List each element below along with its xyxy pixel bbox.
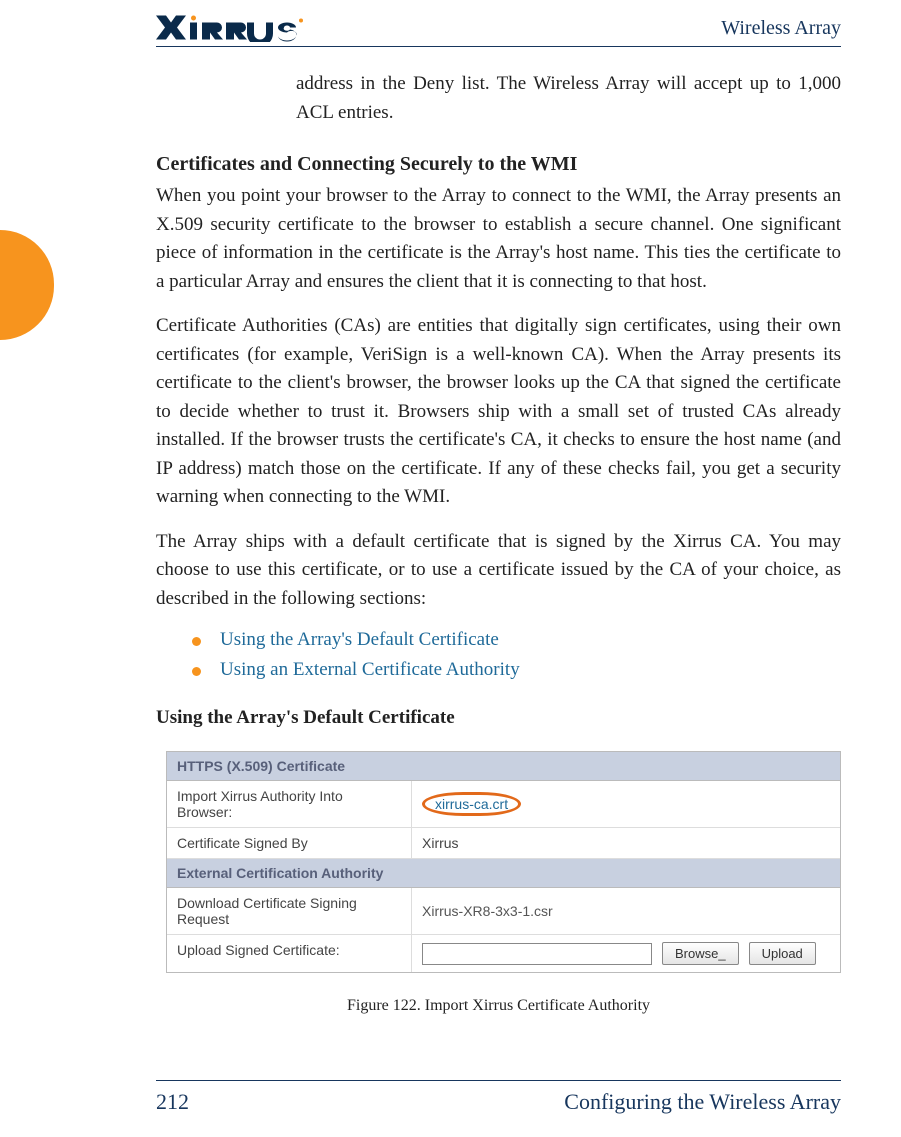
fig-row-csr: Download Certificate Signing Request Xir… bbox=[167, 888, 840, 935]
xirrus-logo bbox=[156, 14, 306, 42]
link-csr-file[interactable]: Xirrus-XR8-3x3-1.csr bbox=[422, 903, 553, 919]
upload-file-input[interactable] bbox=[422, 943, 652, 965]
fig-row-signedby: Certificate Signed By Xirrus bbox=[167, 828, 840, 859]
section-title-default-cert: Using the Array's Default Certificate bbox=[156, 707, 841, 729]
browse-button[interactable]: Browse_ bbox=[662, 942, 739, 965]
fig-value-csr: Xirrus-XR8-3x3-1.csr bbox=[412, 888, 840, 934]
bullet-list: Using the Array's Default Certificate Us… bbox=[192, 629, 841, 681]
upload-button[interactable]: Upload bbox=[749, 942, 816, 965]
sec1-p2: Certificate Authorities (CAs) are entiti… bbox=[156, 312, 841, 512]
fig-section-external: External Certification Authority bbox=[167, 859, 840, 888]
page-header: Wireless Array bbox=[156, 14, 841, 42]
bullet-default-cert[interactable]: Using the Array's Default Certificate bbox=[192, 629, 841, 651]
page-footer: 212 Configuring the Wireless Array bbox=[156, 1089, 841, 1115]
fig-label-csr: Download Certificate Signing Request bbox=[167, 888, 412, 934]
header-rule bbox=[156, 46, 841, 47]
fig-label-import: Import Xirrus Authority Into Browser: bbox=[167, 781, 412, 827]
sec1-p3: The Array ships with a default certifica… bbox=[156, 528, 841, 614]
page-content: address in the Deny list. The Wireless A… bbox=[156, 70, 841, 1015]
side-tab bbox=[0, 230, 54, 340]
page-number: 212 bbox=[156, 1089, 189, 1115]
section-title-certificates: Certificates and Connecting Securely to … bbox=[156, 153, 841, 176]
link-external-ca[interactable]: Using an External Certificate Authority bbox=[220, 659, 520, 680]
figure-caption: Figure 122. Import Xirrus Certificate Au… bbox=[156, 997, 841, 1015]
fig-section-https: HTTPS (X.509) Certificate bbox=[167, 752, 840, 781]
fig-row-upload: Upload Signed Certificate: Browse_ Uploa… bbox=[167, 935, 840, 972]
link-default-cert[interactable]: Using the Array's Default Certificate bbox=[220, 629, 499, 650]
bullet-external-ca[interactable]: Using an External Certificate Authority bbox=[192, 659, 841, 681]
fig-value-upload: Browse_ Upload bbox=[412, 935, 840, 972]
figure-122: HTTPS (X.509) Certificate Import Xirrus … bbox=[166, 751, 841, 973]
lead-paragraph: address in the Deny list. The Wireless A… bbox=[156, 70, 841, 127]
fig-label-signedby: Certificate Signed By bbox=[167, 828, 412, 858]
xirrus-logo-svg bbox=[156, 14, 306, 42]
fig-row-import: Import Xirrus Authority Into Browser: xi… bbox=[167, 781, 840, 828]
header-product-title: Wireless Array bbox=[721, 17, 841, 40]
fig-value-signedby: Xirrus bbox=[412, 828, 840, 858]
link-xirrus-ca-crt[interactable]: xirrus-ca.crt bbox=[422, 792, 521, 816]
fig-value-import: xirrus-ca.crt bbox=[412, 781, 840, 827]
fig-label-upload: Upload Signed Certificate: bbox=[167, 935, 412, 972]
sec1-p1: When you point your browser to the Array… bbox=[156, 182, 841, 296]
footer-chapter-title: Configuring the Wireless Array bbox=[564, 1089, 841, 1115]
footer-rule bbox=[156, 1080, 841, 1081]
